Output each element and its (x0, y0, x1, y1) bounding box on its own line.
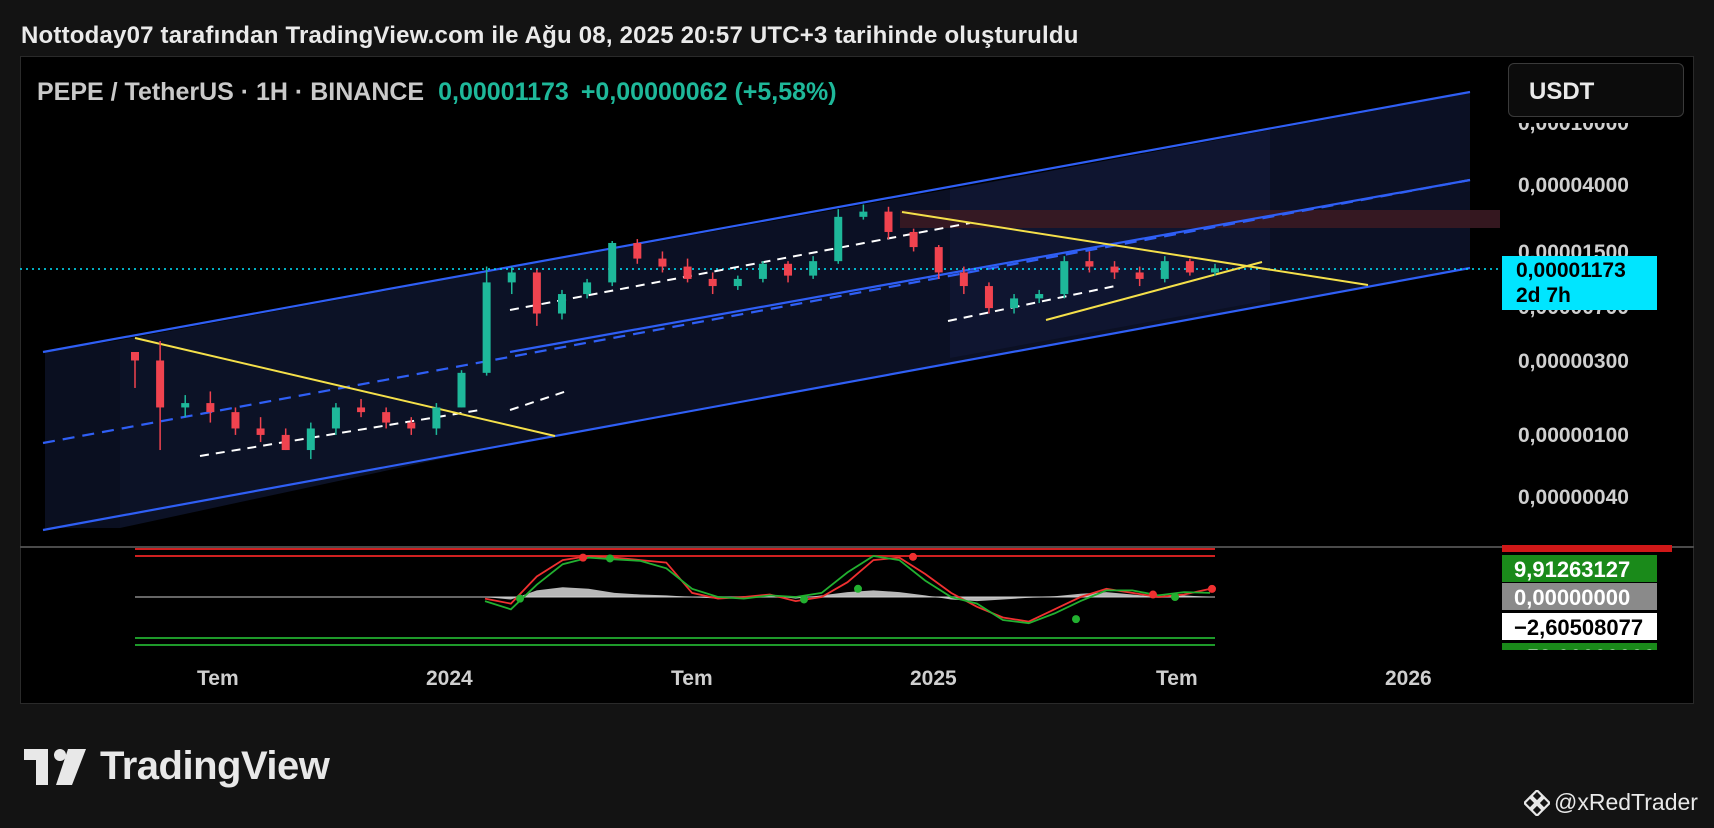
price-tick: 0,00004000 (1518, 174, 1629, 197)
indicator-top-marker (1502, 545, 1672, 552)
price-tick: 0,00000300 (1518, 350, 1629, 373)
time-label: 2025 (910, 667, 957, 690)
indicator-value-zero: 0,00000000 (1502, 583, 1657, 610)
chart-frame[interactable] (20, 56, 1694, 704)
ticker-info: PEPE / TetherUS · 1H · BINANCE 0,00001173… (37, 78, 837, 107)
chart-attribution: Nottoday07 tarafından TradingView.com il… (21, 22, 1079, 49)
price-tick: 0,00000100 (1518, 424, 1629, 447)
price-tick: 0,00000040 (1518, 486, 1629, 509)
tv-logo-icon (24, 748, 86, 785)
logo-wordmark: TradingView (100, 744, 330, 788)
currency-button[interactable]: USDT (1508, 63, 1684, 117)
indicator-value-green: 9,91263127 (1502, 555, 1657, 582)
time-label: 2026 (1385, 667, 1432, 690)
tradingview-logo[interactable]: TradingView (24, 744, 330, 789)
binance-icon (1524, 789, 1550, 816)
ticker-change: +0,00000062 (+5,58%) (580, 78, 837, 106)
time-label: Tem (671, 667, 713, 690)
indicator-value-signal: −2,60508077 (1502, 613, 1657, 640)
time-label: Tem (197, 667, 239, 690)
symbol-label[interactable]: PEPE / TetherUS · 1H · BINANCE (37, 78, 424, 106)
ticker-price: 0,00001173 (438, 78, 569, 106)
credit-handle: @xRedTrader (1554, 789, 1698, 815)
last-price-label: 0,00001173 2d 7h (1502, 256, 1657, 310)
author-credit: @xRedTrader (1524, 789, 1698, 816)
candle-countdown: 2d 7h (1516, 284, 1571, 307)
time-label: Tem (1156, 667, 1198, 690)
time-label: 2024 (426, 667, 473, 690)
indicator-value-bottom: −53,00000000 (1502, 643, 1657, 650)
last-price-value: 0,00001173 (1516, 259, 1626, 282)
